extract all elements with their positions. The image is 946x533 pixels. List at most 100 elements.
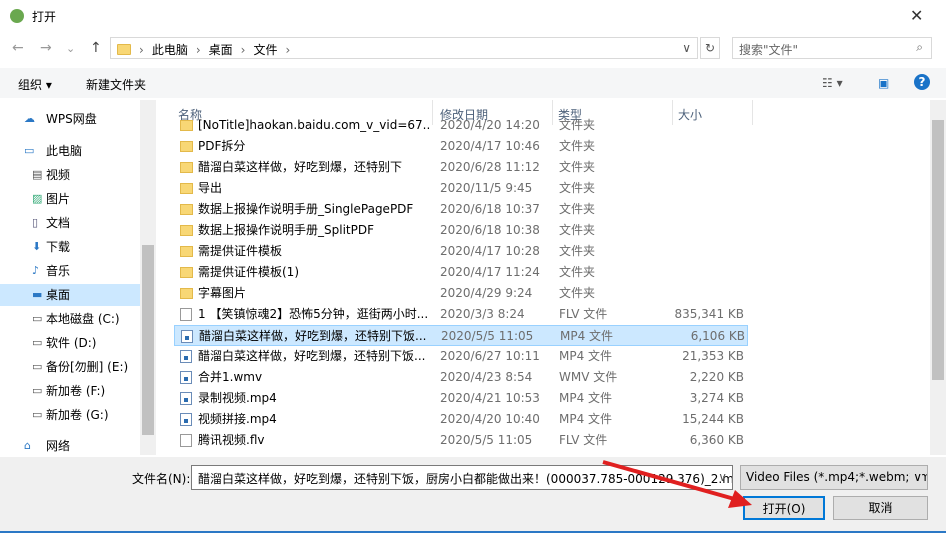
window-title: 打开 <box>32 10 57 24</box>
sidebar-item-label: 音乐 <box>46 264 71 278</box>
sidebar-item[interactable]: ▨ 图片 <box>0 188 140 210</box>
file-type-select[interactable]: Video Files (*.mp4;*.webm;*.mkv) ∨ <box>740 465 928 490</box>
file-row[interactable]: 录制视频.mp4 2020/4/21 10:53 MP4 文件 3,274 KB <box>174 388 748 409</box>
file-icon <box>180 308 192 321</box>
file-date: 2020/4/23 8:54 <box>440 370 533 384</box>
file-row[interactable]: 醋溜白菜这样做，好吃到爆，还特别下 2020/6/28 11:12 文件夹 <box>174 157 748 178</box>
new-folder-button[interactable]: 新建文件夹 <box>86 76 146 93</box>
sidebar-item-icon: ▭ <box>32 408 43 421</box>
filename-value: 醋溜白菜这样做，好吃到爆，还特别下饭，厨房小白都能做出来！(000037.785… <box>198 472 733 486</box>
sidebar-item-icon: ▤ <box>32 168 43 181</box>
sidebar-item[interactable]: ☁ WPS网盘 <box>0 108 140 130</box>
sidebar-item[interactable]: ▭ 软件 (D:) <box>0 332 140 354</box>
folder-icon <box>180 162 193 173</box>
file-list: [NoTitle]haokan.baidu.com_v_vid=67... 202… <box>170 116 930 456</box>
file-row[interactable]: 需提供证件模板 2020/4/17 10:28 文件夹 <box>174 241 748 262</box>
folder-icon <box>180 246 193 257</box>
help-icon[interactable]: ? <box>914 74 930 90</box>
forward-icon[interactable]: → <box>40 40 52 56</box>
scrollbar-thumb[interactable] <box>932 120 944 380</box>
preview-pane-icon[interactable]: ▣ <box>878 76 889 90</box>
file-size: 2,220 KB <box>689 370 744 384</box>
navigation-scrollbar[interactable] <box>140 100 156 455</box>
recent-dropdown-icon[interactable]: ⌄ <box>66 42 75 55</box>
file-row[interactable]: [NoTitle]haokan.baidu.com_v_vid=67... 202… <box>174 116 748 136</box>
sidebar-item-icon: ▯ <box>32 216 39 229</box>
sidebar-item[interactable]: ▯ 文档 <box>0 212 140 234</box>
chevron-down-icon[interactable]: ∨ <box>718 470 727 484</box>
file-date: 2020/4/21 10:53 <box>440 391 540 405</box>
address-dropdown-icon[interactable]: ∨ <box>682 41 691 55</box>
sidebar-item[interactable]: ♪ 音乐 <box>0 260 140 282</box>
file-row[interactable]: 视频拼接.mp4 2020/4/20 10:40 MP4 文件 15,244 KB <box>174 409 748 430</box>
sidebar-item-label: 新加卷 (G:) <box>46 408 109 422</box>
file-row[interactable]: 数据上报操作说明手册_SplitPDF 2020/6/18 10:38 文件夹 <box>174 220 748 241</box>
file-row[interactable]: 1 【笑镇惊魂2】恐怖5分钟，逛街两小时... 2020/3/3 8:24 FLV … <box>174 304 748 325</box>
file-type: 文件夹 <box>559 286 596 300</box>
sidebar-item[interactable]: ▭ 新加卷 (F:) <box>0 380 140 402</box>
file-size: 6,360 KB <box>689 433 744 447</box>
sidebar-item[interactable]: ⌂ 网络 <box>0 435 140 455</box>
organize-button[interactable]: 组织 ▾ <box>18 76 52 93</box>
folder-icon <box>180 183 193 194</box>
file-size: 21,353 KB <box>682 349 744 363</box>
file-date: 2020/5/5 11:05 <box>441 329 534 343</box>
sidebar-item[interactable]: ▤ 视频 <box>0 164 140 186</box>
file-type: 文件夹 <box>559 118 596 132</box>
sidebar-item-label: 桌面 <box>46 288 71 302</box>
file-type: 文件夹 <box>559 181 596 195</box>
file-type: 文件夹 <box>559 223 596 237</box>
folder-icon <box>180 204 193 215</box>
search-icon[interactable]: ⌕ <box>916 40 923 55</box>
scrollbar-thumb[interactable] <box>142 245 154 435</box>
close-icon[interactable]: ✕ <box>910 6 923 25</box>
sidebar-item-label: 软件 (D:) <box>46 336 97 350</box>
sidebar-item[interactable]: ⬇ 下载 <box>0 236 140 258</box>
sidebar-item[interactable]: ▭ 本地磁盘 (C:) <box>0 308 140 330</box>
open-button[interactable]: 打开(O) <box>743 496 825 520</box>
file-size: 6,106 KB <box>690 329 745 343</box>
sidebar-item[interactable]: ▭ 新加卷 (G:) <box>0 404 140 426</box>
video-file-icon <box>180 392 192 405</box>
file-row[interactable]: 合并1.wmv 2020/4/23 8:54 WMV 文件 2,220 KB <box>174 367 748 388</box>
file-date: 2020/6/18 10:37 <box>440 202 540 216</box>
breadcrumb-files[interactable]: 文件 <box>253 41 277 58</box>
file-row[interactable]: 醋溜白菜这样做，好吃到爆，还特别下饭... 2020/5/5 11:05 MP4 文… <box>174 325 748 346</box>
breadcrumb-desktop[interactable]: 桌面 <box>209 41 233 58</box>
file-row[interactable]: 字幕图片 2020/4/29 9:24 文件夹 <box>174 283 748 304</box>
sidebar-item-icon: ▭ <box>32 360 43 373</box>
toolbar: 组织 ▾ 新建文件夹 ☷ ▾ ▣ ? <box>0 68 946 98</box>
file-row[interactable]: 腾讯视频.flv 2020/5/5 11:05 FLV 文件 6,360 KB <box>174 430 748 451</box>
file-row[interactable]: 醋溜白菜这样做，好吃到爆，还特别下饭... 2020/6/27 10:11 MP4 … <box>174 346 748 367</box>
breadcrumb-this-pc[interactable]: 此电脑 <box>152 41 188 58</box>
sidebar-item-icon: ▭ <box>32 384 43 397</box>
file-name: 醋溜白菜这样做，好吃到爆，还特别下饭... <box>199 329 427 343</box>
file-date: 2020/6/28 11:12 <box>440 160 540 174</box>
back-icon[interactable]: ← <box>12 40 24 56</box>
file-row[interactable]: 数据上报操作说明手册_SinglePagePDF 2020/6/18 10:37 文… <box>174 199 748 220</box>
search-input[interactable]: 搜索"文件" ⌕ <box>732 37 932 59</box>
address-bar[interactable]: › 此电脑 › 桌面 › 文件 › ∨ <box>110 37 698 59</box>
file-row[interactable]: 导出 2020/11/5 9:45 文件夹 <box>174 178 748 199</box>
sidebar-item[interactable]: ▭ 备份[勿删] (E:) <box>0 356 140 378</box>
sidebar-item[interactable]: ▭ 此电脑 <box>0 140 140 162</box>
view-options-icon[interactable]: ☷ ▾ <box>822 76 843 90</box>
file-icon <box>180 434 192 447</box>
file-size: 3,274 KB <box>689 391 744 405</box>
file-date: 2020/4/20 14:20 <box>440 118 540 132</box>
sidebar-item[interactable]: ▬ 桌面 <box>0 284 140 306</box>
up-icon[interactable]: ↑ <box>90 40 102 56</box>
sidebar-item-label: 此电脑 <box>46 144 83 158</box>
folder-icon <box>180 288 193 299</box>
file-date: 2020/4/17 11:24 <box>440 265 540 279</box>
cancel-button[interactable]: 取消 <box>833 496 928 520</box>
file-type: MP4 文件 <box>560 329 614 343</box>
file-name: 数据上报操作说明手册_SplitPDF <box>198 223 374 237</box>
file-list-scrollbar[interactable] <box>930 100 946 455</box>
refresh-button[interactable]: ↻ <box>700 37 720 59</box>
file-row[interactable]: PDF拆分 2020/4/17 10:46 文件夹 <box>174 136 748 157</box>
file-date: 2020/4/17 10:46 <box>440 139 540 153</box>
file-name: 醋溜白菜这样做，好吃到爆，还特别下 <box>198 160 403 174</box>
filename-input[interactable]: 醋溜白菜这样做，好吃到爆，还特别下饭，厨房小白都能做出来！(000037.785… <box>191 465 733 490</box>
file-row[interactable]: 需提供证件模板(1) 2020/4/17 11:24 文件夹 <box>174 262 748 283</box>
